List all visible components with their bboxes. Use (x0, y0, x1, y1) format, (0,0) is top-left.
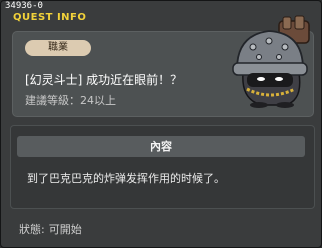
backpack-tube-1 (282, 16, 292, 30)
helmet-stud-2 (265, 37, 273, 45)
content-text: 到了巴克巴克的炸弹发挥作用的时候了。 (27, 172, 225, 185)
left-foot (250, 102, 268, 108)
content-panel: 內容 到了巴克巴克的炸弹发挥作用的时候了。 (10, 125, 315, 209)
helmet-stud-4 (256, 54, 262, 60)
content-header: 內容 (17, 136, 305, 157)
npc-portrait-icon (232, 15, 310, 108)
required-level: 建議等級：24以上 (25, 94, 116, 107)
quest-info-window: 34936-0 QUEST INFO 職業 [幻灵斗士] 成功近在眼前！？ 建議… (0, 0, 322, 248)
left-eye (257, 77, 265, 81)
quest-status: 狀態: 可開始 (19, 221, 82, 237)
backpack-tube-2 (294, 15, 305, 30)
helmet-stud-3 (281, 43, 289, 51)
category-tag: 職業 (25, 40, 91, 56)
right-foot (276, 102, 294, 108)
helmet-stud-1 (249, 43, 257, 51)
status-value: 可開始 (48, 223, 82, 236)
helmet-stud-5 (276, 54, 282, 60)
quest-id: 34936-0 (5, 1, 43, 11)
quest-name: [幻灵斗士] 成功近在眼前！？ (25, 73, 183, 87)
status-label: 狀態: (19, 223, 45, 236)
right-eye (275, 77, 283, 81)
window-title: QUEST INFO (13, 12, 87, 23)
face-shadow (247, 73, 293, 87)
